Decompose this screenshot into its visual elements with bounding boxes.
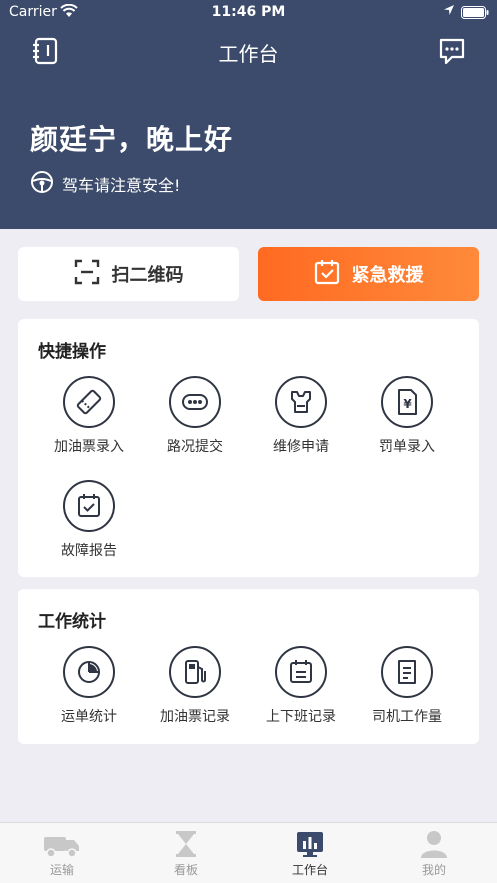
quick-op-label: 维修申请 xyxy=(273,439,329,455)
truck-icon xyxy=(0,827,124,861)
tab-workbench[interactable]: 工作台 xyxy=(248,827,372,878)
header: Carrier 11:46 PM 工作台 颜廷宁，晚上好 驾车请注意安全! xyxy=(0,0,497,229)
tab-label: 看板 xyxy=(173,863,198,877)
stat-waybill[interactable]: 运单统计 xyxy=(36,646,142,726)
fine-ticket-icon: ¥ xyxy=(381,376,433,428)
dashboard-icon xyxy=(248,827,372,861)
work-stats-title: 工作统计 xyxy=(38,612,106,632)
status-bar: Carrier 11:46 PM xyxy=(0,0,497,26)
tab-transport[interactable]: 运输 xyxy=(0,827,124,878)
work-stats-card: 工作统计 运单统计 加油票记录 上下班记录 司机工作量 xyxy=(18,589,479,744)
stat-attendance-records[interactable]: 上下班记录 xyxy=(248,646,354,726)
fuel-pump-icon xyxy=(169,646,221,698)
quick-op-label: 加油票录入 xyxy=(54,439,124,455)
user-icon xyxy=(372,827,496,861)
quick-op-fault-report[interactable]: 故障报告 xyxy=(36,480,142,560)
tab-label: 我的 xyxy=(421,863,446,877)
fuel-ticket-icon xyxy=(63,376,115,428)
quick-ops-card: 快捷操作 加油票录入 路况提交 维修申请 ¥ 罚单录入 故障报告 xyxy=(18,319,479,577)
quick-op-fuel-ticket-entry[interactable]: 加油票录入 xyxy=(36,376,142,456)
stat-label: 上下班记录 xyxy=(266,709,336,725)
greeting-text: 颜廷宁，晚上好 xyxy=(30,123,234,156)
hourglass-icon xyxy=(124,827,248,861)
location-icon xyxy=(443,4,455,20)
stat-driver-workload[interactable]: 司机工作量 xyxy=(354,646,460,726)
svg-text:¥: ¥ xyxy=(403,397,412,411)
calendar-check-icon xyxy=(314,259,352,290)
battery-icon xyxy=(461,6,489,23)
pie-chart-icon xyxy=(63,646,115,698)
tab-board[interactable]: 看板 xyxy=(124,827,248,878)
repair-icon xyxy=(275,376,327,428)
scan-qr-label: 扫二维码 xyxy=(111,265,184,286)
calendar-icon xyxy=(275,646,327,698)
tab-label: 运输 xyxy=(49,863,74,877)
document-icon xyxy=(381,646,433,698)
emergency-rescue-button[interactable]: 紧急救援 xyxy=(258,247,479,301)
scan-icon xyxy=(74,259,112,290)
safety-tip: 驾车请注意安全! xyxy=(30,170,180,198)
steering-wheel-icon xyxy=(30,170,62,198)
quick-op-label: 故障报告 xyxy=(61,543,117,559)
stat-label: 加油票记录 xyxy=(160,709,230,725)
quick-op-repair-request[interactable]: 维修申请 xyxy=(248,376,354,456)
stat-label: 运单统计 xyxy=(61,709,117,725)
tab-mine[interactable]: 我的 xyxy=(372,827,496,878)
scan-qr-button[interactable]: 扫二维码 xyxy=(18,247,239,301)
message-icon[interactable] xyxy=(437,36,467,70)
page-title: 工作台 xyxy=(218,42,279,66)
stat-label: 司机工作量 xyxy=(372,709,442,725)
tab-label: 工作台 xyxy=(291,863,328,877)
safety-tip-text: 驾车请注意安全! xyxy=(62,176,181,195)
quick-op-label: 路况提交 xyxy=(167,439,223,455)
tab-bar: 运输 看板 工作台 我的 xyxy=(0,822,497,883)
stat-fuel-ticket-records[interactable]: 加油票记录 xyxy=(142,646,248,726)
quick-op-fine-entry[interactable]: ¥ 罚单录入 xyxy=(354,376,460,456)
fault-report-icon xyxy=(63,480,115,532)
quick-op-road-condition[interactable]: 路况提交 xyxy=(142,376,248,456)
quick-ops-title: 快捷操作 xyxy=(38,342,106,362)
road-condition-icon xyxy=(169,376,221,428)
status-time: 11:46 PM xyxy=(211,4,286,20)
emergency-rescue-label: 紧急救援 xyxy=(351,265,424,286)
quick-op-label: 罚单录入 xyxy=(379,439,435,455)
